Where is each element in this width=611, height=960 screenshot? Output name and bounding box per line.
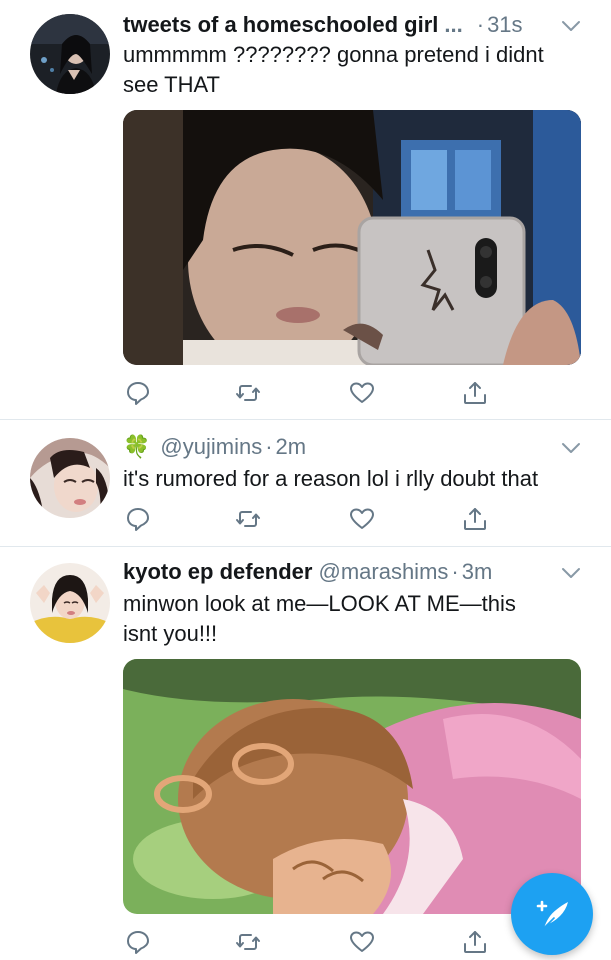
reply-button[interactable] — [123, 504, 153, 534]
tweet-actions — [123, 504, 493, 534]
share-button[interactable] — [460, 504, 490, 534]
tweet-actions — [123, 927, 493, 957]
reply-icon — [127, 931, 149, 954]
like-button[interactable] — [347, 378, 377, 408]
user-handle[interactable]: @marashims — [318, 559, 448, 585]
chevron-down-icon[interactable] — [561, 441, 581, 455]
reply-icon — [127, 382, 149, 405]
photo-mirror-selfie-icon — [123, 110, 581, 365]
tweet-media[interactable] — [123, 659, 581, 914]
avatar[interactable] — [30, 14, 110, 94]
chevron-down-icon[interactable] — [561, 566, 581, 580]
like-icon — [350, 508, 374, 529]
retweet-icon — [236, 511, 260, 527]
compose-tweet-icon — [536, 900, 568, 929]
like-button[interactable] — [347, 504, 377, 534]
user-handle[interactable]: @yujimins — [160, 434, 262, 460]
tweet-text: minwon look at me—LOOK AT ME—this isnt y… — [123, 591, 516, 646]
retweet-button[interactable] — [233, 927, 263, 957]
separator: · — [265, 434, 273, 459]
tweet[interactable]: 🍀 @yujimins · 2m it's rumored for a reas… — [0, 420, 611, 545]
tweet-header: tweets of a homeschooled girl ... · 31s — [123, 12, 581, 42]
share-button[interactable] — [460, 378, 490, 408]
cartoon-face-in-hands-icon — [123, 659, 581, 914]
display-name[interactable]: kyoto ep defender — [123, 559, 312, 585]
display-name[interactable]: tweets of a homeschooled girl — [123, 12, 438, 38]
compose-tweet-button[interactable] — [511, 873, 593, 955]
tweet[interactable]: tweets of a homeschooled girl ... · 31s … — [0, 0, 611, 418]
avatar[interactable] — [30, 438, 110, 518]
like-icon — [350, 931, 374, 952]
timestamp[interactable]: 2m — [276, 434, 307, 460]
share-button[interactable] — [460, 927, 490, 957]
reply-button[interactable] — [123, 927, 153, 957]
retweet-icon — [236, 385, 260, 401]
tweet-actions — [123, 378, 493, 408]
retweet-button[interactable] — [233, 378, 263, 408]
chevron-down-icon[interactable] — [561, 19, 581, 33]
timestamp[interactable]: 3m — [462, 559, 493, 585]
retweet-icon — [236, 934, 260, 950]
reply-button[interactable] — [123, 378, 153, 408]
timestamp[interactable]: 31s — [487, 12, 522, 38]
share-icon — [464, 382, 486, 404]
separator: · — [451, 559, 459, 584]
tweet-media[interactable] — [123, 110, 581, 365]
tweet-header: kyoto ep defender @marashims · 3m — [123, 559, 581, 589]
share-icon — [464, 931, 486, 953]
clover-emoji: 🍀 — [123, 434, 151, 459]
tweet-header: 🍀 @yujimins · 2m — [123, 434, 581, 464]
tweet-text: ummmmm ???????? gonna pretend i didnt se… — [123, 42, 544, 97]
like-icon — [350, 382, 374, 403]
like-button[interactable] — [347, 927, 377, 957]
separator: · — [476, 12, 485, 37]
name-truncation: ... — [444, 12, 463, 37]
avatar[interactable] — [30, 563, 110, 643]
retweet-button[interactable] — [233, 504, 263, 534]
tweet-text: it's rumored for a reason lol i rlly dou… — [123, 466, 539, 491]
reply-icon — [127, 508, 149, 531]
share-icon — [464, 508, 486, 530]
